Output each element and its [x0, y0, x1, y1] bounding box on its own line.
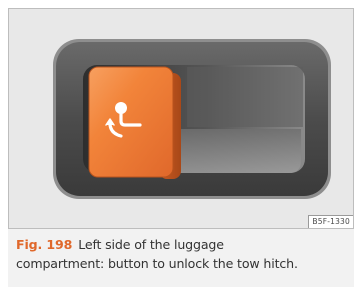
figure-caption-area: Fig. 198 Left side of the luggage compart… [8, 229, 354, 287]
figure-image: B5F-1330 [8, 8, 354, 229]
caption-line-1: Left side of the luggage [78, 237, 224, 252]
figure-number: Fig. 198 [16, 237, 73, 252]
image-code-label: B5F-1330 [308, 215, 353, 228]
caption-line-2: compartment: button to unlock the tow hi… [16, 256, 298, 271]
figure-caption: Fig. 198 Left side of the luggage compart… [16, 235, 346, 273]
luggage-panel-illustration [53, 39, 331, 199]
tow-hitch-unlock-button [89, 67, 173, 177]
